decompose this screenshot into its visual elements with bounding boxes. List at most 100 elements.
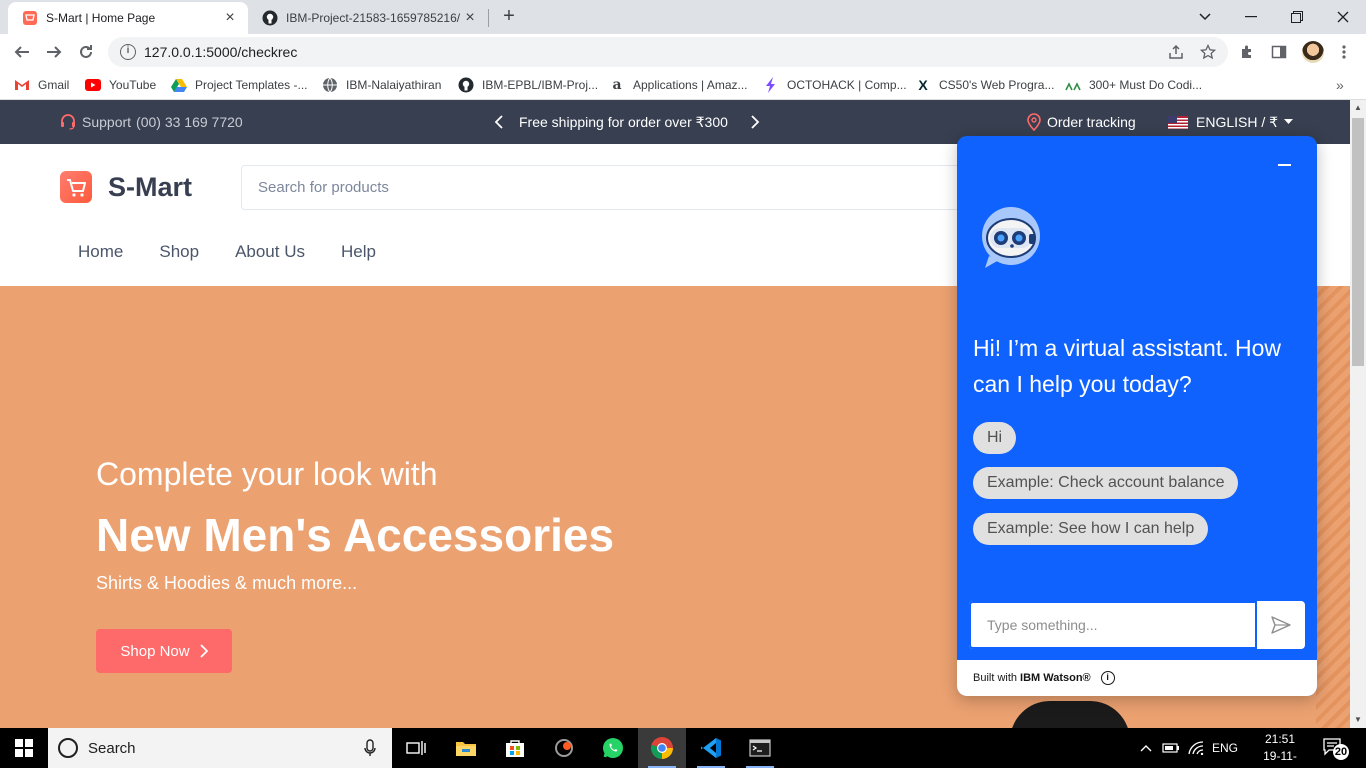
hero-model-image [1010, 701, 1130, 728]
taskbar-search-box[interactable]: Search [48, 728, 392, 768]
search-icon [58, 738, 78, 758]
clock-date: 19-11-2022 [1263, 749, 1297, 768]
profile-avatar[interactable] [1302, 41, 1324, 63]
promo-prev-chevron-icon[interactable] [494, 100, 504, 144]
nav-help[interactable]: Help [341, 242, 376, 262]
clock-time: 21:51 [1264, 732, 1296, 746]
chat-message-input[interactable] [969, 601, 1257, 649]
close-tab-icon[interactable]: × [462, 10, 478, 26]
bookmark-project-templates[interactable]: Project Templates -... [171, 76, 308, 94]
suggestion-check-account-balance[interactable]: Example: Check account balance [973, 467, 1239, 499]
headset-icon [60, 114, 76, 130]
bookmark-amazon[interactable]: a Applications | Amaz... [609, 76, 748, 94]
shop-now-label: Shop Now [120, 642, 190, 660]
bookmark-gmail[interactable]: Gmail [14, 76, 69, 94]
main-nav: Home Shop About Us Help [78, 242, 376, 262]
scroll-up-arrow-icon[interactable]: ▲ [1350, 100, 1366, 116]
restore-window-icon[interactable] [1274, 0, 1320, 34]
bookmark-youtube[interactable]: YouTube [85, 76, 156, 94]
nav-about-us[interactable]: About Us [235, 242, 305, 262]
info-icon[interactable]: i [1100, 671, 1115, 685]
browser-toolbar: i 127.0.0.1:5000/checkrec [0, 34, 1366, 70]
microphone-icon[interactable] [364, 739, 376, 757]
back-arrow-icon[interactable] [9, 39, 35, 65]
bookmark-octohack[interactable]: OCTOHACK | Comp... [763, 76, 907, 94]
terminal-icon[interactable] [736, 728, 784, 768]
new-tab-icon[interactable]: + [498, 6, 520, 28]
microsoft-store-icon[interactable] [491, 728, 539, 768]
nav-home[interactable]: Home [78, 242, 123, 262]
send-message-icon[interactable] [1257, 601, 1305, 649]
vscode-icon[interactable] [687, 728, 735, 768]
extensions-puzzle-icon[interactable] [1236, 41, 1258, 63]
nav-shop[interactable]: Shop [159, 242, 199, 262]
suggestion-see-how-i-can-help[interactable]: Example: See how I can help [973, 513, 1209, 545]
shop-now-button[interactable]: Shop Now [96, 629, 232, 673]
site-logo[interactable]: S-Mart [60, 171, 192, 203]
bookmark-ibm-nalaiyathiran[interactable]: IBM-Nalaiyathiran [322, 76, 441, 94]
task-view-icon[interactable] [392, 728, 440, 768]
github-favicon-icon [262, 10, 278, 26]
forward-arrow-icon[interactable] [41, 39, 67, 65]
built-with-label: Built with [973, 672, 1018, 684]
octohack-icon [763, 77, 779, 93]
recording-app-icon[interactable] [540, 728, 588, 768]
system-clock[interactable]: 21:51 19-11-2022 [1250, 731, 1310, 768]
chat-footer: Built with IBM Watson® i [957, 660, 1317, 696]
support-label: Support [82, 114, 132, 130]
order-tracking-label: Order tracking [1047, 114, 1136, 130]
file-explorer-icon[interactable] [442, 728, 490, 768]
tab-separator [488, 9, 489, 27]
tab-title: S-Mart | Home Page [46, 11, 156, 25]
smart-favicon-icon [22, 10, 38, 26]
notification-center-icon[interactable]: 20 [1322, 736, 1350, 760]
tab-title: IBM-Project-21583-1659785216/ [286, 11, 461, 25]
ibm-watson-label: IBM Watson® [1020, 672, 1091, 684]
battery-icon[interactable] [1162, 728, 1180, 768]
taskbar-search-label: Search [88, 739, 136, 757]
promo-next-chevron-icon[interactable] [750, 100, 760, 144]
site-info-icon[interactable]: i [120, 44, 136, 60]
windows-taskbar: Search ENG 21:51 19-11-2022 20 [0, 728, 1366, 768]
bookmark-label: Gmail [38, 78, 70, 92]
github-icon [458, 77, 474, 93]
google-drive-icon [171, 77, 187, 93]
bookmark-label: Applications | Amaz... [633, 78, 748, 92]
minimize-window-icon[interactable] [1228, 0, 1274, 34]
close-tab-icon[interactable]: × [222, 10, 238, 26]
share-icon[interactable] [1165, 41, 1187, 63]
bookmark-label: OCTOHACK | Comp... [787, 78, 907, 92]
wifi-icon[interactable] [1188, 728, 1204, 768]
tab-smart-home[interactable]: S-Mart | Home Page × [8, 2, 248, 34]
suggestion-hi[interactable]: Hi [973, 422, 1017, 454]
browser-tab-strip: S-Mart | Home Page × IBM-Project-21583-1… [0, 0, 1366, 34]
scrollbar-thumb[interactable] [1352, 118, 1364, 366]
whatsapp-icon[interactable] [589, 728, 637, 768]
bookmark-must-do-coding[interactable]: 300+ Must Do Codi... [1065, 76, 1202, 94]
chat-input-area [969, 601, 1305, 649]
hero-tagline: Shirts & Hoodies & much more... [96, 573, 358, 593]
reload-icon[interactable] [73, 39, 99, 65]
show-hidden-icons-chevron-icon[interactable] [1140, 728, 1152, 768]
bookmarks-overflow-icon[interactable]: » [1336, 76, 1344, 94]
bookmark-cs50[interactable]: X CS50's Web Progra... [915, 76, 1054, 94]
bookmark-ibm-epbl[interactable]: IBM-EPBL/IBM-Proj... [458, 76, 598, 94]
page-scrollbar[interactable]: ▲ ▼ [1350, 100, 1366, 728]
chrome-menu-icon[interactable] [1333, 41, 1355, 63]
tab-search-chevron-icon[interactable] [1182, 0, 1228, 34]
bookmark-label: CS50's Web Progra... [939, 78, 1055, 92]
close-window-icon[interactable] [1320, 0, 1366, 34]
address-bar[interactable]: i 127.0.0.1:5000/checkrec [108, 37, 1228, 67]
windows-start-icon[interactable] [0, 728, 48, 768]
minimize-chat-icon[interactable] [1278, 164, 1291, 166]
input-language-indicator[interactable]: ENG [1212, 728, 1238, 768]
product-search-input[interactable]: Search for products [241, 165, 971, 210]
side-panel-icon[interactable] [1268, 41, 1290, 63]
tab-github-project[interactable]: IBM-Project-21583-1659785216/ × [248, 2, 488, 34]
bookmark-star-icon[interactable] [1197, 41, 1219, 63]
geeks-icon [1065, 77, 1081, 93]
globe-icon [322, 77, 338, 93]
support-contact[interactable]: Support (00) 33 169 7720 [60, 100, 243, 144]
scroll-down-arrow-icon[interactable]: ▼ [1350, 712, 1366, 728]
chrome-taskbar-icon[interactable] [638, 728, 686, 768]
